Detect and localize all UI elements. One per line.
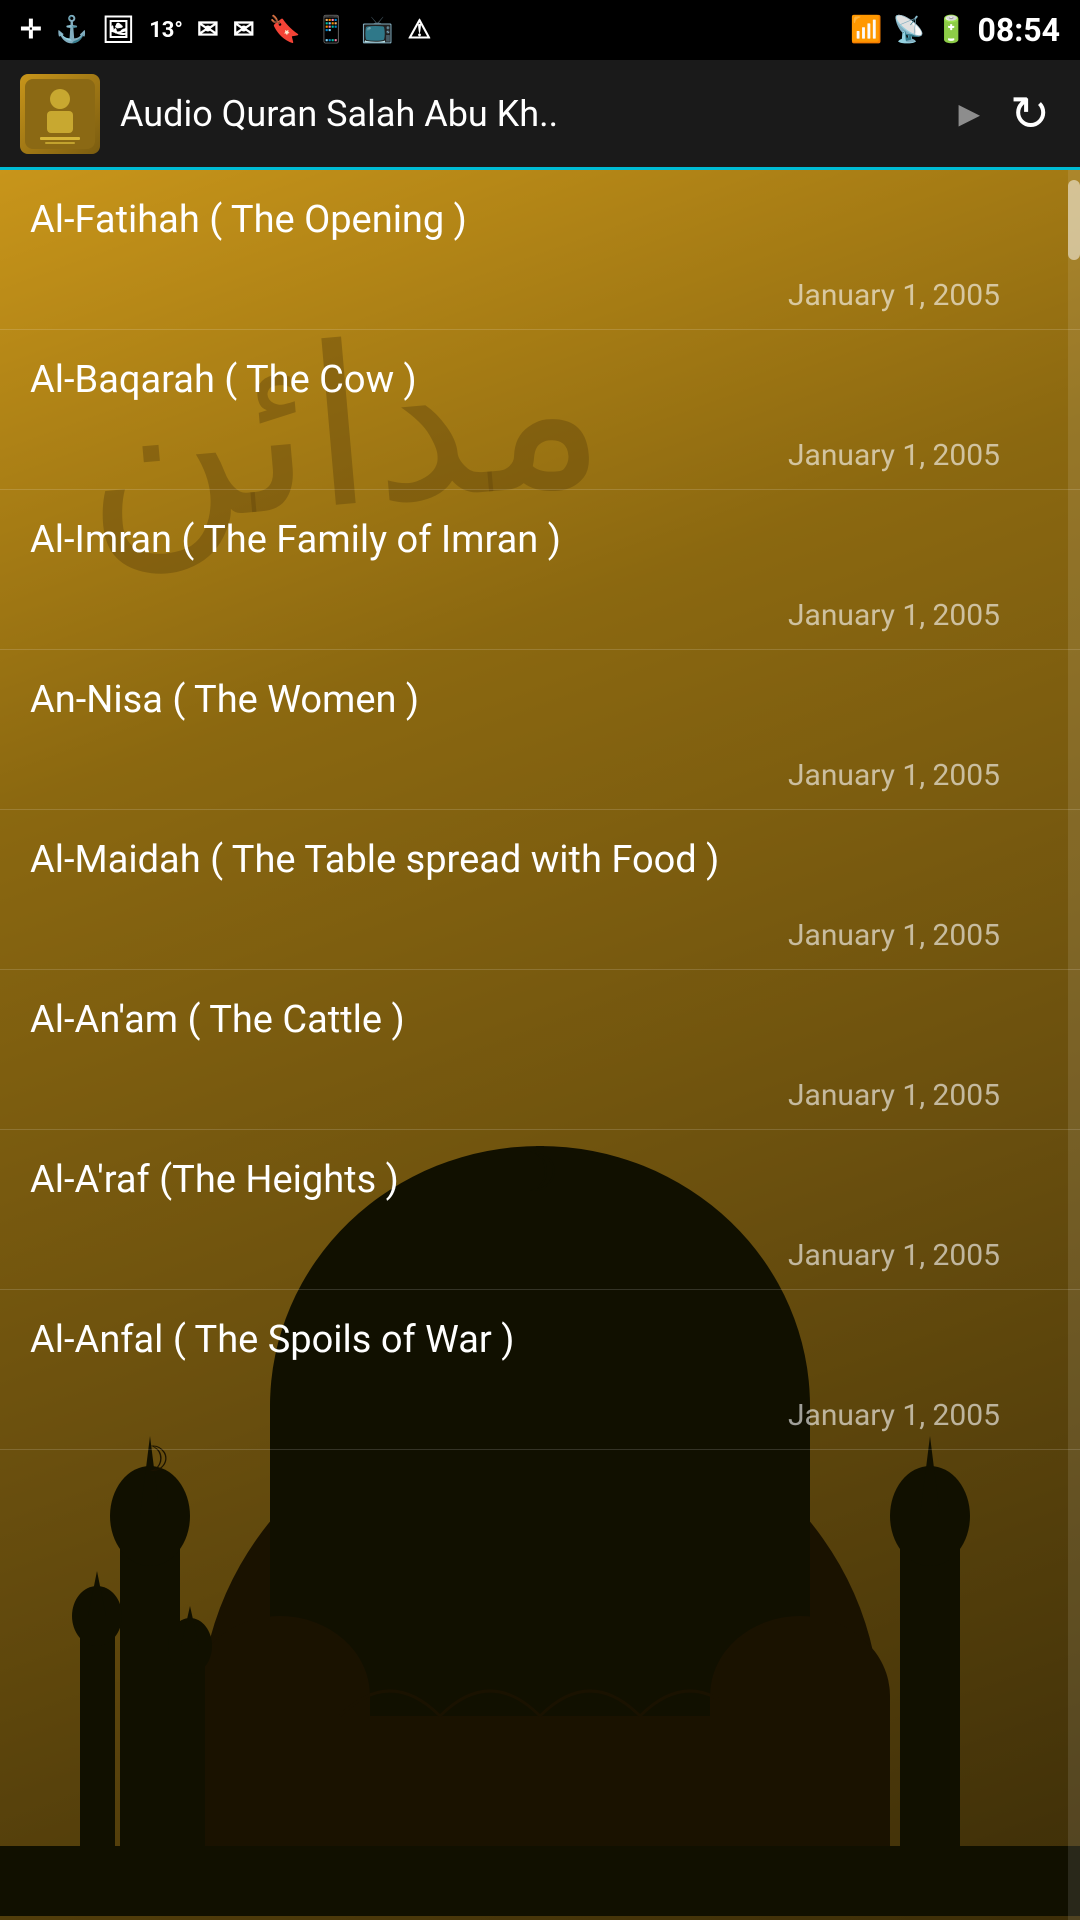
app-icon [20,74,100,154]
surah-date: January 1, 2005 [30,1078,1050,1113]
surah-date: January 1, 2005 [30,598,1050,633]
wifi-icon: 📶 [850,15,882,45]
surah-name: Al-An'am ( The Cattle ) [30,998,1050,1042]
signal-icon: 13° [149,18,183,43]
content-area: مدائن ☽ [0,170,1080,1920]
list-item[interactable]: Al-Maidah ( The Table spread with Food )… [0,810,1080,970]
surah-date: January 1, 2005 [30,278,1050,313]
surah-name: Al-Imran ( The Family of Imran ) [30,518,1050,562]
image-icon: 🖼 [102,15,135,45]
surah-name: Al-Anfal ( The Spoils of War ) [30,1318,1050,1362]
list-item[interactable]: Al-Imran ( The Family of Imran ) January … [0,490,1080,650]
battery-icon: 🔋 [935,15,967,45]
surah-name: Al-Fatihah ( The Opening ) [30,198,1050,242]
add-icon: ✛ [20,15,42,45]
refresh-button[interactable]: ↻ [1000,84,1060,144]
list-item[interactable]: Al-A'raf (The Heights ) January 1, 2005 [0,1130,1080,1290]
surah-date: January 1, 2005 [30,438,1050,473]
status-bar: ✛ ⚓ 🖼 13° ✉ ✉ 🔖 📱 📺 ⚠ 📶 📡 🔋 08:54 [0,0,1080,60]
email2-icon: ✉ [233,15,255,45]
list-item[interactable]: Al-Anfal ( The Spoils of War ) January 1,… [0,1290,1080,1450]
surah-name: Al-Maidah ( The Table spread with Food ) [30,838,1050,882]
surah-date: January 1, 2005 [30,1398,1050,1433]
status-left-icons: ✛ ⚓ 🖼 13° ✉ ✉ 🔖 📱 📺 ⚠ [20,15,431,45]
list-item[interactable]: Al-Fatihah ( The Opening ) January 1, 200… [0,170,1080,330]
surah-list: Al-Fatihah ( The Opening ) January 1, 200… [0,170,1080,1450]
time-display: 08:54 [978,11,1060,49]
status-right-icons: 📶 📡 🔋 08:54 [850,11,1060,49]
surah-date: January 1, 2005 [30,918,1050,953]
surah-name: Al-A'raf (The Heights ) [30,1158,1050,1202]
app-title: Audio Quran Salah Abu Kh.. [120,93,938,135]
usb-icon: ⚓ [56,15,88,45]
refresh-icon: ↻ [1010,85,1050,142]
warning-icon: ⚠ [408,15,431,45]
whatsapp-icon: 📱 [315,15,347,45]
list-item[interactable]: Al-Baqarah ( The Cow ) January 1, 2005 [0,330,1080,490]
surah-date: January 1, 2005 [30,758,1050,793]
cast-icon: 📺 [361,15,393,45]
bookmark-icon: 🔖 [269,15,301,45]
email-icon: ✉ [197,15,219,45]
list-item[interactable]: Al-An'am ( The Cattle ) January 1, 2005 [0,970,1080,1130]
surah-date: January 1, 2005 [30,1238,1050,1273]
dropdown-indicator: ▶ [958,97,980,130]
scroll-thumb[interactable] [1068,180,1080,260]
surah-name: An-Nisa ( The Women ) [30,678,1050,722]
surah-name: Al-Baqarah ( The Cow ) [30,358,1050,402]
scroll-bar[interactable] [1068,170,1080,1920]
app-bar: Audio Quran Salah Abu Kh.. ▶ ↻ [0,60,1080,170]
list-item[interactable]: An-Nisa ( The Women ) January 1, 2005 [0,650,1080,810]
signal-bars-icon: 📡 [893,15,925,45]
